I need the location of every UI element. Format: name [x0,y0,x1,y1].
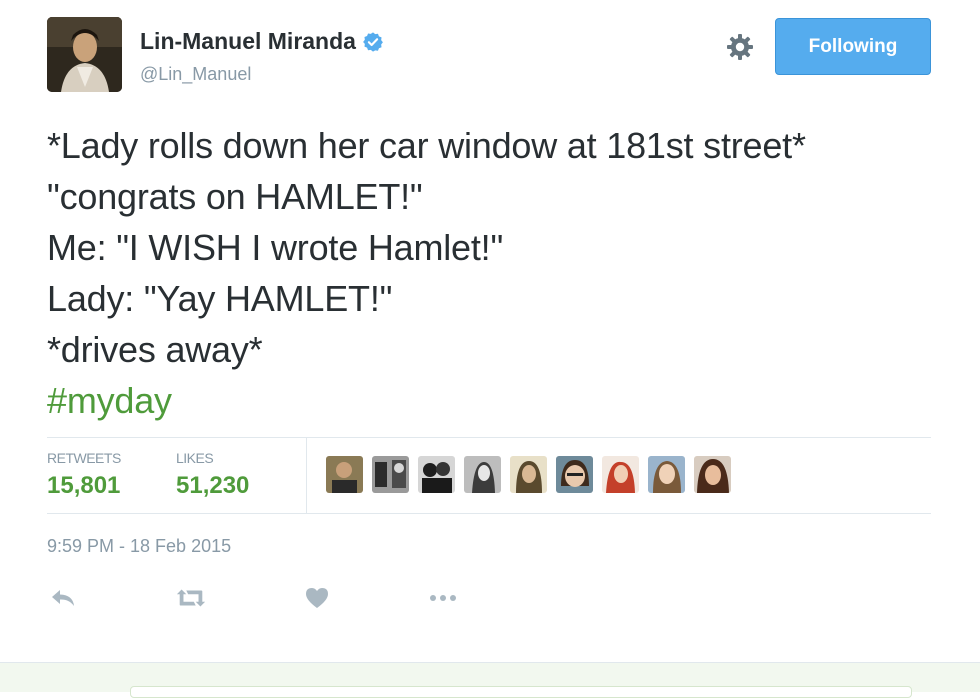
liker-avatar[interactable] [602,456,639,493]
heart-icon[interactable] [301,583,333,613]
verified-badge-icon [363,31,383,52]
liker-avatar[interactable] [556,456,593,493]
tweet-text: *Lady rolls down her car window at 181st… [47,120,947,426]
liker-avatar[interactable] [510,456,547,493]
liker-avatar[interactable] [418,456,455,493]
tweet-line: "congrats on HAMLET!" [47,176,423,217]
liker-avatar[interactable] [694,456,731,493]
following-button[interactable]: Following [775,18,931,75]
liker-avatar[interactable] [326,456,363,493]
tweet-line: Me: "I WISH I wrote Hamlet!" [47,227,504,268]
retweets-label: RETWEETS [47,450,121,466]
tweet-line: Lady: "Yay HAMLET!" [47,278,393,319]
author-name[interactable]: Lin-Manuel Miranda [140,28,356,55]
author-handle[interactable]: @Lin_Manuel [140,64,251,85]
retweets-stat[interactable]: RETWEETS 15,801 [47,450,121,500]
tweet-timestamp[interactable]: 9:59 PM - 18 Feb 2015 [47,536,231,557]
gear-icon[interactable] [725,32,755,62]
liker-avatar[interactable] [464,456,501,493]
tweet-line: *Lady rolls down her car window at 181st… [47,125,806,166]
retweet-icon[interactable] [175,583,207,613]
author-name-row: Lin-Manuel Miranda [140,28,384,55]
hashtag-link[interactable]: #myday [47,375,947,426]
reply-input[interactable] [130,686,912,698]
liker-avatar[interactable] [648,456,685,493]
likes-label: LIKES [176,450,214,466]
tweet-line: *drives away* [47,329,263,370]
liker-avatars [326,456,731,493]
liker-avatar[interactable] [372,456,409,493]
likes-count: 51,230 [176,472,250,499]
reply-icon[interactable] [47,583,79,613]
likes-stat[interactable]: LIKES 51,230 [176,450,249,500]
retweets-count: 15,801 [47,472,121,499]
author-avatar[interactable] [47,17,122,92]
tweet-stats: RETWEETS 15,801 LIKES 51,230 [47,437,931,514]
stats-divider [306,438,307,513]
more-icon[interactable] [427,583,459,613]
